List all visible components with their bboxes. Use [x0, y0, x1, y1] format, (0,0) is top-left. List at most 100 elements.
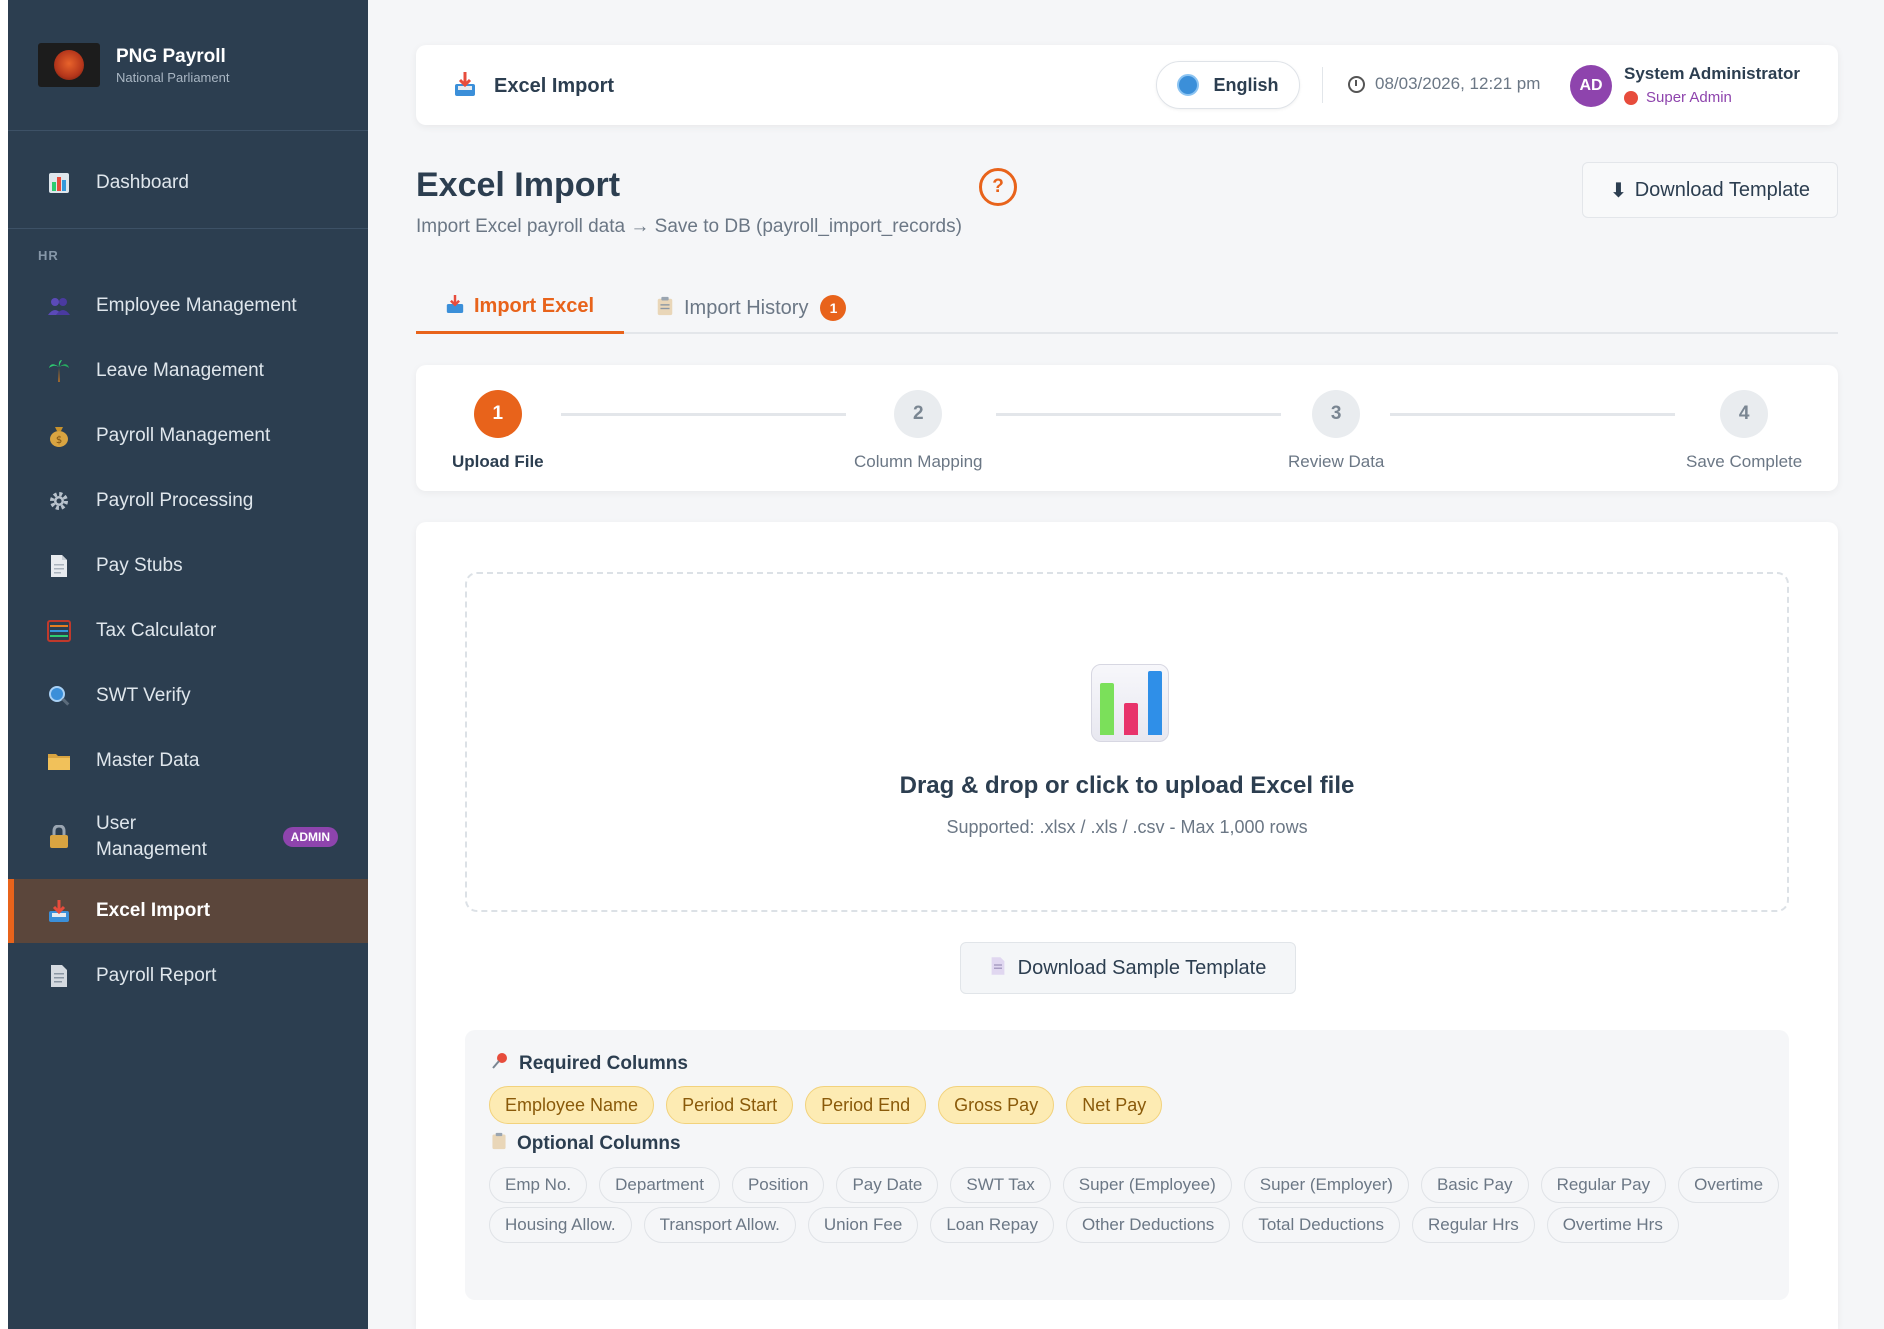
role-dot-icon	[1624, 90, 1638, 105]
sidebar-item-label: Payroll Processing	[96, 490, 254, 511]
sidebar-item-tax-calculator[interactable]: Tax Calculator	[8, 599, 368, 663]
sidebar-item-leave-management[interactable]: Leave Management	[8, 339, 368, 403]
tab-import-history[interactable]: Import History 1	[656, 282, 847, 334]
tab-import-excel[interactable]: Import Excel	[416, 282, 625, 334]
globe-icon	[1177, 74, 1200, 96]
optional-column-chip: Super (Employer)	[1243, 1167, 1409, 1203]
optional-column-chip: Transport Allow.	[643, 1207, 796, 1243]
language-button[interactable]: English	[1156, 61, 1300, 109]
datetime: 08/03/2026, 12:21 pm	[1348, 74, 1540, 94]
optional-column-chip: Overtime Hrs	[1546, 1207, 1679, 1243]
optional-columns-title: Optional Columns	[517, 1132, 681, 1154]
step-upload-file: 1 Upload File	[452, 390, 544, 472]
required-column-chip: Period Start	[666, 1086, 794, 1124]
sidebar-item-payroll-report[interactable]: Payroll Report	[8, 944, 368, 1008]
required-column-chip: Period End	[805, 1086, 927, 1124]
required-column-chip: Employee Name	[489, 1086, 655, 1124]
sidebar-item-label: SWT Verify	[96, 685, 191, 706]
pushpin-icon	[491, 1052, 509, 1075]
help-button[interactable]: ?	[979, 168, 1017, 206]
optional-column-chip: Pay Date	[836, 1167, 939, 1203]
sidebar-item-payroll-management[interactable]: $ Payroll Management	[8, 404, 368, 468]
optional-column-chip: Position	[731, 1167, 825, 1203]
download-template-button[interactable]: ⬇ Download Template	[1582, 162, 1838, 218]
bar-chart-icon	[1091, 664, 1169, 742]
sidebar-item-excel-import[interactable]: Excel Import	[8, 879, 368, 943]
progress-stepper: 1 Upload File 2 Column Mapping 3 Review …	[416, 365, 1838, 491]
brand: PNG Payroll National Parliament	[8, 0, 368, 131]
sidebar-item-label: Employee Management	[96, 295, 297, 316]
lock-icon	[46, 824, 72, 850]
sidebar-item-label: Payroll Management	[96, 425, 271, 446]
sidebar-item-label: Excel Import	[96, 900, 211, 921]
download-sample-template-button[interactable]: Download Sample Template	[960, 942, 1296, 994]
users-icon	[46, 293, 72, 319]
chart-icon	[46, 170, 72, 196]
avatar[interactable]: AD	[1570, 65, 1612, 107]
admin-badge: ADMIN	[282, 827, 338, 847]
optional-column-chip: Loan Repay	[930, 1207, 1055, 1243]
gear-icon	[46, 488, 72, 514]
required-columns-list: Employee Name Period Start Period End Gross…	[489, 1086, 1174, 1124]
step-connector	[1390, 413, 1675, 416]
sidebar-item-swt-verify[interactable]: SWT Verify	[8, 664, 368, 728]
topbar-separator	[1322, 67, 1323, 103]
step-number: 1	[473, 390, 522, 438]
step-number: 4	[1720, 390, 1769, 438]
folder-icon	[46, 748, 72, 774]
sidebar-section-hr: HR	[38, 248, 59, 263]
download-template-label: Download Template	[1634, 178, 1811, 201]
required-column-chip: Gross Pay	[938, 1086, 1055, 1124]
inbox-tray-icon	[454, 71, 476, 102]
required-columns-title: Required Columns	[519, 1052, 688, 1074]
optional-column-chip: Emp No.	[489, 1167, 588, 1203]
sidebar-item-label: Payroll Report	[96, 965, 217, 986]
step-label: Save Complete	[1686, 452, 1803, 471]
sidebar-item-payroll-processing[interactable]: Payroll Processing	[8, 469, 368, 533]
topbar-title: Excel Import	[454, 71, 614, 102]
step-review-data: 3 Review Data	[1288, 390, 1384, 472]
brand-name: PNG Payroll	[116, 45, 226, 67]
top-bar: Excel Import English 08/03/2026, 12:21 p…	[416, 45, 1838, 125]
tab-bar: Import Excel Import History 1	[416, 282, 1838, 334]
sidebar-item-master-data[interactable]: Master Data	[8, 729, 368, 793]
clipboard-icon	[491, 1132, 507, 1155]
step-column-mapping: 2 Column Mapping	[854, 390, 983, 472]
sidebar-item-pay-stubs[interactable]: Pay Stubs	[8, 534, 368, 598]
clock-icon	[1348, 75, 1365, 93]
sidebar-item-label: Master Data	[96, 750, 200, 771]
optional-column-chip: Housing Allow.	[489, 1207, 632, 1243]
sidebar-item-label: Leave Management	[96, 360, 264, 381]
step-save-complete: 4 Save Complete	[1686, 390, 1802, 472]
inbox-tray-icon	[46, 898, 72, 924]
optional-column-chip: Total Deductions	[1242, 1207, 1400, 1243]
svg-text:$: $	[56, 435, 62, 446]
optional-column-chip: Super (Employee)	[1062, 1167, 1232, 1203]
sidebar-item-employee-management[interactable]: Employee Management	[8, 274, 368, 338]
required-columns-heading: Required Columns	[491, 1052, 688, 1075]
sidebar-item-user-management[interactable]: User Management ADMIN	[8, 802, 368, 872]
user-name: System Administrator	[1624, 64, 1801, 83]
magnifier-icon	[46, 683, 72, 709]
sidebar-item-dashboard[interactable]: Dashboard	[8, 151, 368, 215]
file-dropzone[interactable]: Drag & drop or click to upload Excel fil…	[465, 572, 1789, 912]
step-number: 3	[1312, 390, 1361, 438]
step-label: Upload File	[452, 452, 544, 471]
document-icon	[990, 956, 1006, 981]
step-number: 2	[894, 390, 943, 438]
optional-columns-list: Emp No. Department Position Pay Date SWT Tax…	[489, 1167, 1791, 1203]
optional-column-chip: Regular Pay	[1540, 1167, 1667, 1203]
step-label: Review Data	[1288, 452, 1385, 471]
dropzone-subtitle: Supported: .xlsx / .xls / .csv - Max 1,0…	[946, 817, 1308, 837]
required-column-chip: Net Pay	[1066, 1086, 1163, 1124]
optional-columns-heading: Optional Columns	[491, 1132, 681, 1155]
step-label: Column Mapping	[854, 452, 983, 471]
upload-card: Drag & drop or click to upload Excel fil…	[416, 522, 1838, 1329]
sidebar-divider	[8, 228, 368, 229]
step-connector	[996, 413, 1281, 416]
sample-button-label: Download Sample Template	[1017, 956, 1267, 979]
report-icon	[46, 963, 72, 989]
user-role: Super Admin	[1624, 89, 1732, 106]
columns-info: Required Columns Employee Name Period Sta…	[465, 1030, 1789, 1300]
optional-column-chip: Basic Pay	[1420, 1167, 1529, 1203]
